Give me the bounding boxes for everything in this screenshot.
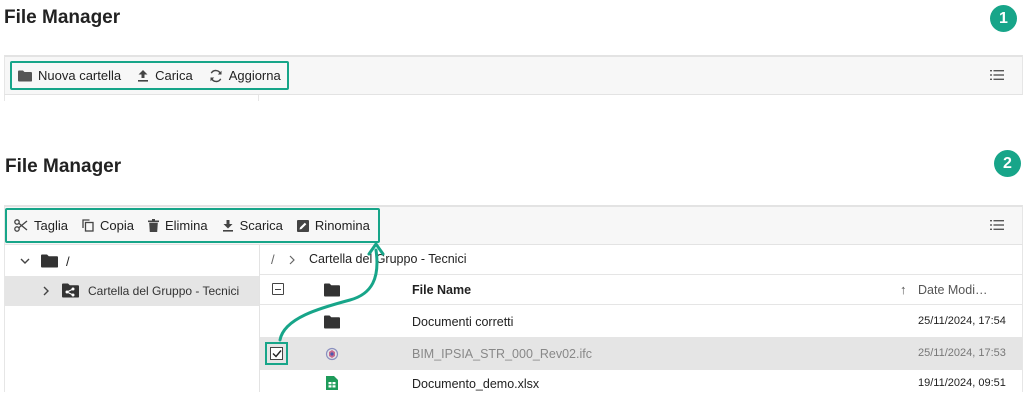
chevron-right-icon[interactable]	[43, 286, 50, 296]
page-title: File Manager	[5, 156, 122, 177]
pane-border	[4, 95, 5, 101]
column-header-date[interactable]: Date Modi…	[918, 283, 987, 297]
delete-button[interactable]: Elimina	[147, 218, 208, 233]
new-folder-button[interactable]: Nuova cartella	[18, 68, 121, 83]
spreadsheet-icon	[326, 376, 338, 390]
check-icon	[272, 350, 282, 358]
file-grid: File Name ↑ Date Modi… Documenti corrett…	[260, 275, 1023, 392]
file-name: Documento_demo.xlsx	[412, 377, 540, 391]
chevron-right-icon	[289, 255, 295, 265]
row-checkbox-highlight	[265, 342, 288, 365]
column-header-name[interactable]: File Name	[412, 283, 471, 297]
toolbar: Nuova cartella Carica Aggiorna	[4, 55, 1023, 95]
file-date: 19/11/2024, 09:51	[918, 377, 1006, 389]
minus-icon	[275, 288, 281, 290]
ifc-file-icon	[325, 347, 339, 361]
file-date: 25/11/2024, 17:53	[918, 347, 1006, 359]
tree-node-label: Cartella del Gruppo - Tecnici	[88, 284, 240, 298]
cut-label: Taglia	[34, 218, 68, 233]
copy-button[interactable]: Copia	[82, 218, 134, 233]
file-date: 25/11/2024, 17:54	[918, 315, 1006, 327]
pane-divider	[258, 95, 259, 101]
navigation-pane: / Cartella del Gruppo - Tecnici	[4, 245, 260, 392]
shared-folder-icon	[62, 283, 79, 298]
table-row[interactable]: BIM_IPSIA_STR_000_Rev02.ifc 25/11/2024, …	[260, 338, 1022, 370]
rename-button[interactable]: Rinomina	[296, 218, 370, 233]
copy-icon	[82, 219, 94, 232]
chevron-down-icon[interactable]	[20, 258, 30, 265]
file-name: Documenti corretti	[412, 315, 514, 329]
folder-icon	[41, 254, 58, 268]
download-icon	[222, 220, 233, 232]
list-view-icon[interactable]	[990, 69, 1004, 81]
copy-label: Copia	[99, 218, 134, 233]
table-row[interactable]: Documento_demo.xlsx 19/11/2024, 09:51	[260, 370, 1022, 400]
upload-icon	[138, 70, 149, 82]
toolbar-highlight: Taglia Copia Elimina Scarica Rinomina	[5, 208, 380, 243]
new-folder-label: Nuova cartella	[38, 68, 122, 83]
folder-icon	[18, 70, 32, 81]
refresh-button[interactable]: Aggiorna	[209, 68, 281, 83]
breadcrumb-root[interactable]: /	[271, 252, 275, 267]
file-name: BIM_IPSIA_STR_000_Rev02.ifc	[412, 347, 592, 361]
trash-icon	[147, 219, 159, 232]
upload-button[interactable]: Carica	[137, 68, 193, 83]
refresh-icon	[210, 69, 222, 82]
tree-node-label: /	[66, 254, 70, 269]
sort-arrow-icon[interactable]: ↑	[900, 282, 907, 297]
row-checkbox[interactable]	[270, 347, 283, 360]
step-badge: 2	[994, 150, 1021, 177]
folder-icon	[324, 283, 340, 297]
delete-label: Elimina	[164, 218, 208, 233]
toolbar-highlight: Nuova cartella Carica Aggiorna	[10, 61, 289, 90]
table-row[interactable]: Documenti corretti 25/11/2024, 17:54	[260, 305, 1022, 338]
download-label: Scarica	[239, 218, 283, 233]
rename-icon	[296, 219, 309, 232]
refresh-label: Aggiorna	[228, 68, 281, 83]
scissors-icon	[14, 219, 28, 232]
cut-button[interactable]: Taglia	[14, 218, 68, 233]
tree-node-child[interactable]: Cartella del Gruppo - Tecnici	[5, 276, 259, 306]
breadcrumb: / Cartella del Gruppo - Tecnici	[260, 245, 1023, 275]
list-view-icon[interactable]	[990, 219, 1004, 231]
tree-node-root[interactable]: /	[5, 248, 259, 275]
breadcrumb-current[interactable]: Cartella del Gruppo - Tecnici	[309, 252, 466, 266]
download-button[interactable]: Scarica	[222, 218, 283, 233]
page-title: File Manager	[4, 7, 121, 28]
folder-icon	[324, 315, 340, 329]
grid-header: File Name ↑ Date Modi…	[260, 275, 1022, 305]
step-badge: 1	[990, 5, 1017, 32]
upload-label: Carica	[155, 68, 193, 83]
toolbar: Taglia Copia Elimina Scarica Rinomina	[4, 205, 1023, 245]
select-all-checkbox[interactable]	[272, 283, 284, 295]
rename-label: Rinomina	[314, 218, 370, 233]
